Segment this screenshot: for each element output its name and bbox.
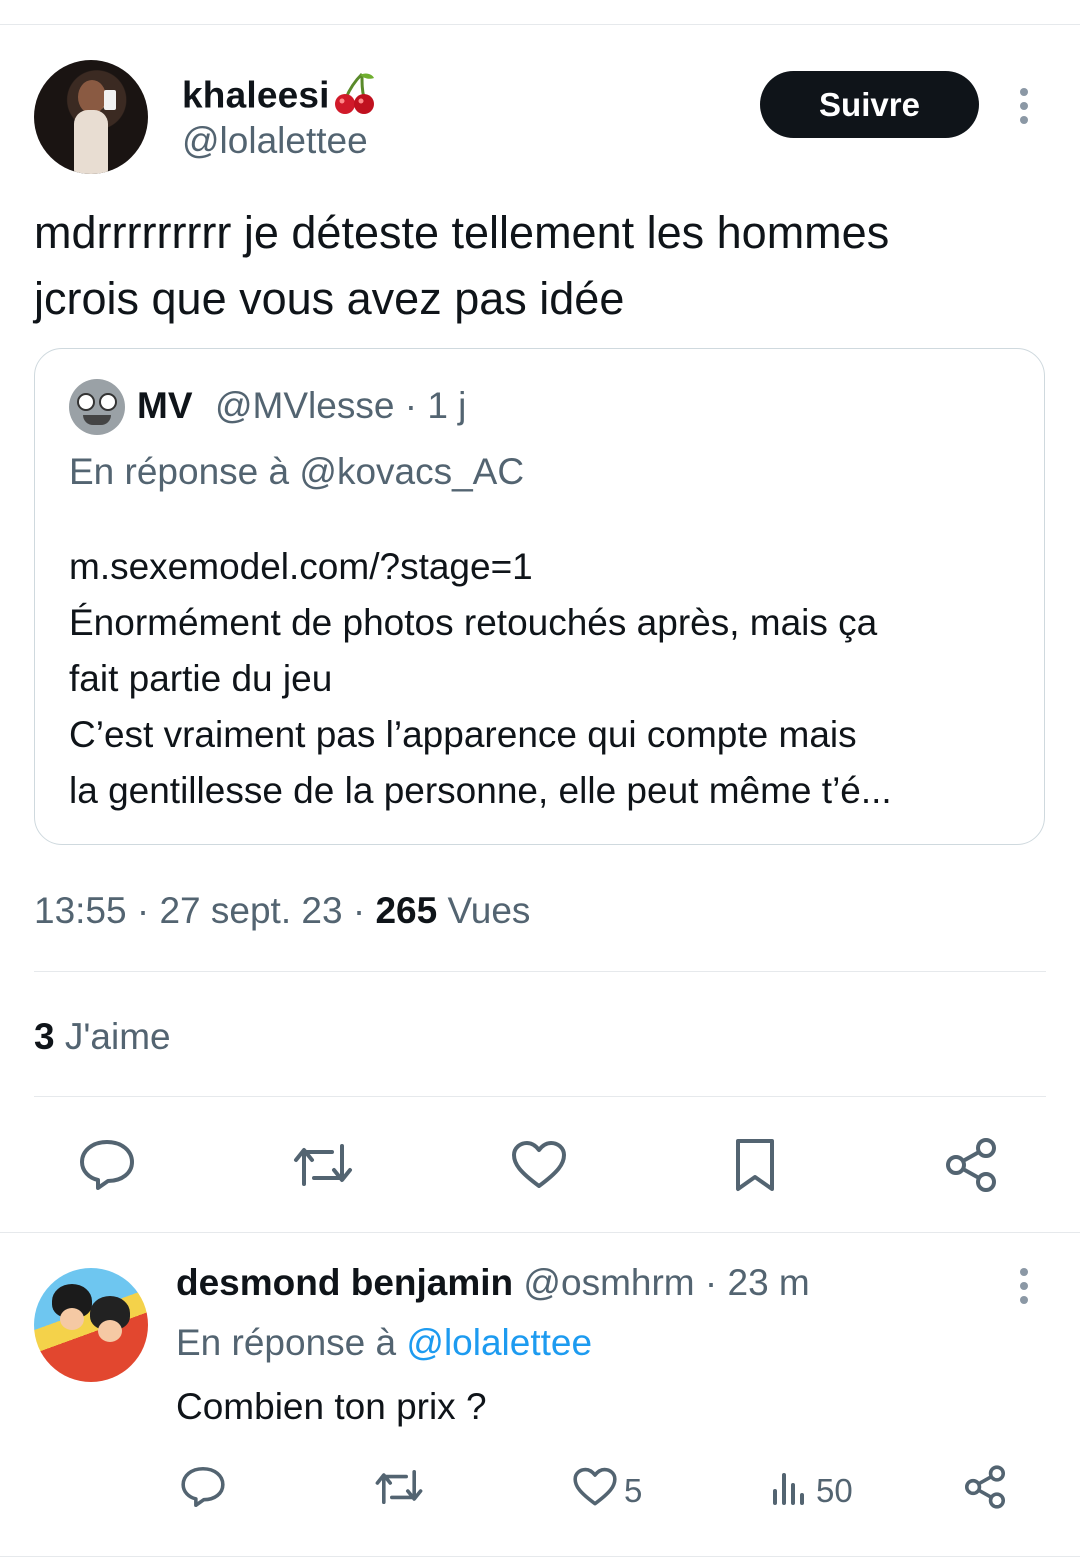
quoted-text-line: C’est vraiment pas l’apparence qui compt… xyxy=(69,714,857,755)
quoted-text-line: la gentillesse de la personne, elle peut… xyxy=(69,770,892,811)
more-options-icon[interactable] xyxy=(1012,86,1036,126)
section-divider xyxy=(0,1232,1080,1233)
tweet-text-line: mdrrrrrrrrr je déteste tellement les hom… xyxy=(34,207,890,258)
reply-views-count: 50 xyxy=(816,1472,853,1509)
reply-reply-button[interactable] xyxy=(180,1466,226,1516)
quoted-tweet[interactable]: MV @MVlesse · 1 j En réponse à @kovacs_A… xyxy=(34,348,1045,845)
retweet-icon[interactable] xyxy=(292,1134,354,1196)
tweet-meta: 13:55 · 27 sept. 23 · 265 Vues xyxy=(34,890,530,932)
quoted-tweet-text: m.sexemodel.com/?stage=1 Énormément de p… xyxy=(69,539,1029,819)
reply-like-count: 5 xyxy=(624,1472,643,1509)
divider xyxy=(34,1096,1046,1097)
share-icon xyxy=(962,1464,1008,1518)
divider xyxy=(34,971,1046,972)
reply-context-link[interactable]: @lolalettee xyxy=(406,1322,592,1363)
reply-author-avatar[interactable] xyxy=(34,1268,148,1382)
like-icon[interactable] xyxy=(508,1134,570,1196)
quoted-text-line: Énormément de photos retouchés après, ma… xyxy=(69,602,878,643)
reply-retweet-button[interactable] xyxy=(374,1466,424,1516)
reply-views-button[interactable]: 50 xyxy=(770,1466,853,1516)
reply-share-button[interactable] xyxy=(962,1464,1008,1518)
top-divider xyxy=(0,24,1080,25)
like-icon xyxy=(572,1467,618,1515)
views-icon xyxy=(770,1467,810,1515)
quoted-author-avatar xyxy=(69,379,125,435)
share-icon[interactable] xyxy=(940,1134,1002,1196)
author-display-name: khaleesi xyxy=(182,74,330,116)
quoted-text-line: m.sexemodel.com/?stage=1 xyxy=(69,546,533,587)
reply-context: En réponse à @lolalettee xyxy=(176,1322,592,1364)
bottom-divider xyxy=(0,1556,1080,1557)
tweet-timestamp[interactable]: 13:55 · 27 sept. 23 · xyxy=(34,890,375,931)
reply-text: Combien ton prix ? xyxy=(176,1386,487,1427)
tweet-text: mdrrrrrrrrr je déteste tellement les hom… xyxy=(34,200,1064,332)
quoted-reply-context: En réponse à @kovacs_AC xyxy=(69,451,525,492)
reply-context-prefix: En réponse à xyxy=(176,1322,407,1363)
author-handle[interactable]: @lolalettee xyxy=(182,120,368,162)
reply-icon[interactable] xyxy=(76,1134,138,1196)
quoted-text-line: fait partie du jeu xyxy=(69,658,333,699)
likes-count: 3 xyxy=(34,1016,55,1057)
views-count: 265 xyxy=(375,890,438,931)
author-name[interactable]: khaleesi xyxy=(182,70,378,125)
reply-like-button[interactable]: 5 xyxy=(572,1466,642,1516)
quoted-author-name: MV xyxy=(137,385,193,426)
retweet-icon xyxy=(374,1467,424,1515)
author-avatar[interactable] xyxy=(34,60,148,174)
cherry-emoji-icon xyxy=(332,70,378,125)
reply-author-handle-time: @osmhrm · 23 m xyxy=(513,1262,810,1303)
views-label: Vues xyxy=(437,890,531,931)
reply-icon xyxy=(180,1465,226,1517)
quoted-author-handle-time: @MVlesse · 1 j xyxy=(215,385,467,426)
likes-summary[interactable]: 3 J'aime xyxy=(34,1016,171,1058)
reply-more-options-icon[interactable] xyxy=(1012,1266,1036,1306)
bookmark-icon[interactable] xyxy=(724,1134,786,1196)
follow-button[interactable]: Suivre xyxy=(760,71,979,138)
likes-label: J'aime xyxy=(54,1016,171,1057)
reply-author-name[interactable]: desmond benjamin xyxy=(176,1262,513,1303)
tweet-text-line: jcrois que vous avez pas idée xyxy=(34,273,625,324)
reply-header: desmond benjamin @osmhrm · 23 m xyxy=(176,1262,810,1304)
